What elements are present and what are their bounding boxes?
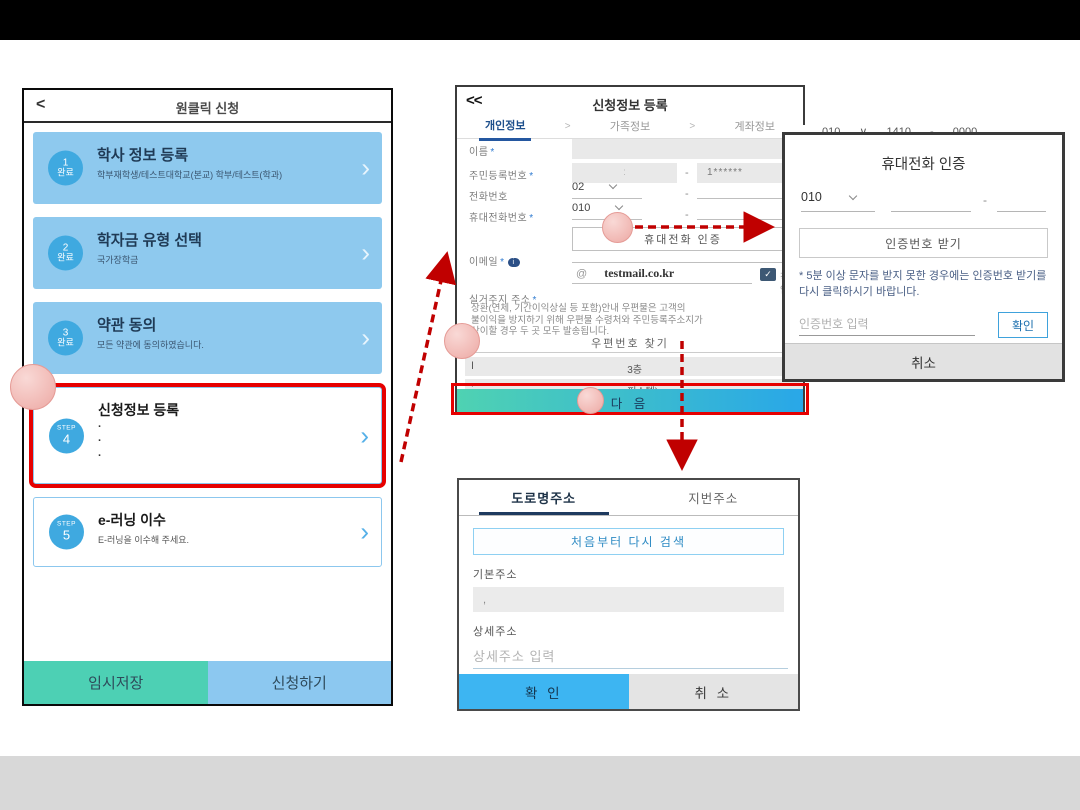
- tab-road-address[interactable]: 도로명주소: [459, 480, 629, 515]
- chevron-right-icon: ›: [361, 153, 370, 184]
- tab-family-info[interactable]: 가족정보: [604, 114, 656, 139]
- mobile-verify-popup: 010 ∨ 1410 - 0000 휴대전화 인증 010 - 인증번호 받기 …: [782, 125, 1065, 382]
- popup-phone-dash: -: [983, 193, 987, 207]
- search-again-button[interactable]: 처음부터 다시 검색: [473, 528, 784, 555]
- rrn-dash: -: [685, 167, 689, 179]
- request-code-button[interactable]: 인증번호 받기: [799, 228, 1048, 258]
- code-input[interactable]: [799, 312, 975, 336]
- oneclick-application-panel: < 원클릭 신청 1 완료 학사 정보 등록 학부재학생/테스트대학교(본교) …: [22, 88, 393, 706]
- tab-separator: >: [689, 121, 695, 132]
- rrn-back-input[interactable]: 1******: [697, 163, 794, 183]
- mobile-dash: -: [685, 209, 689, 221]
- step-4-bullets: · · ·: [98, 420, 351, 463]
- popup-phone-prefix-select[interactable]: 010: [801, 190, 875, 212]
- popup-cancel-button[interactable]: 취소: [785, 343, 1062, 379]
- find-postcode-button[interactable]: 우편번호 찾기: [469, 335, 791, 353]
- step-card-3-terms[interactable]: 3 완료 약관 동의 모든 약관에 동의하였습니다. ›: [33, 302, 382, 374]
- chevron-right-icon: ›: [360, 420, 369, 451]
- next-button[interactable]: 다 음: [457, 389, 803, 415]
- detail-address-label: 상세주소: [473, 623, 784, 639]
- step-2-title: 학자금 유형 선택: [97, 229, 352, 250]
- chevron-right-icon: ›: [360, 517, 369, 548]
- step-5-title: e-러닝 이수: [98, 510, 351, 530]
- step-3-title: 약관 동의: [97, 314, 352, 335]
- chevron-down-icon: [615, 202, 623, 210]
- temp-save-button[interactable]: 임시저장: [24, 661, 208, 704]
- tab-jibun-address[interactable]: 지번주소: [629, 480, 799, 515]
- tab-separator: >: [565, 121, 571, 132]
- popup-notice: * 5분 이상 문자를 받지 못한 경우에는 인증번호 받기를 다시 클릭하시기…: [799, 269, 1048, 300]
- top-black-bar: [0, 0, 1080, 40]
- step-1-subtitle: 학부재학생/테스트대학교(본교) 학부/테스트(학과): [97, 168, 352, 181]
- step-list: 1 완료 학사 정보 등록 학부재학생/테스트대학교(본교) 학부/테스트(학과…: [24, 123, 391, 567]
- detail-address-input[interactable]: [473, 645, 788, 669]
- email-domain-row: @ testmail.co.kr: [572, 266, 752, 284]
- chevron-right-icon: ›: [361, 238, 370, 269]
- step-3-subtitle: 모든 약관에 동의하였습니다.: [97, 338, 352, 351]
- panel-footer: 임시저장 신청하기: [24, 661, 391, 704]
- mobile-label: 휴대전화번호*: [469, 209, 534, 224]
- address-notice: 상환(연체, 기간이익상실 등 포함)안내 우편물은 고객의 불이익을 방지하기…: [471, 303, 795, 338]
- step-5-badge: STEP 5: [49, 515, 84, 550]
- at-icon: @: [576, 268, 587, 280]
- popup-confirm-button[interactable]: 확인: [998, 312, 1048, 338]
- address-search-popup: 도로명주소 지번주소 처음부터 다시 검색 기본주소 , 상세주소 확 인 취 …: [457, 478, 800, 711]
- step-3-badge: 3 완료: [48, 321, 83, 356]
- screenshot-canvas: < 원클릭 신청 1 완료 학사 정보 등록 학부재학생/테스트대학교(본교) …: [0, 0, 1080, 810]
- step-2-badge: 2 완료: [48, 236, 83, 271]
- phone-label: 전화번호: [469, 188, 508, 203]
- popup-phone-mid-input[interactable]: [891, 190, 971, 212]
- code-entry-row: 확인: [799, 312, 1048, 339]
- step-1-title: 학사 정보 등록: [97, 144, 352, 165]
- address-tabs: 도로명주소 지번주소: [459, 480, 798, 516]
- mobile-input[interactable]: [697, 202, 794, 220]
- name-input[interactable]: [572, 139, 794, 159]
- address-confirm-button[interactable]: 확 인: [459, 674, 629, 709]
- step-4-title: 신청정보 등록: [98, 400, 351, 420]
- popup-phone-last-input[interactable]: [997, 190, 1046, 212]
- phone-prefix-select[interactable]: 02: [572, 181, 642, 199]
- apply-button[interactable]: 신청하기: [208, 661, 392, 704]
- base-address-value: ,: [473, 587, 784, 612]
- info-icon: i: [508, 258, 520, 267]
- direct-input-checkbox[interactable]: ✓: [760, 268, 776, 281]
- chevron-down-icon: [609, 181, 617, 189]
- email-label: 이메일*i: [469, 253, 520, 268]
- popup-title: 휴대전화 인증: [785, 153, 1062, 174]
- chevron-down-icon: [849, 192, 857, 200]
- phone-input[interactable]: [697, 181, 794, 199]
- popup-phone-row: 010 -: [801, 190, 1046, 214]
- rrn-front-input[interactable]: :: [572, 163, 677, 183]
- email-id-input[interactable]: [572, 245, 794, 263]
- step-4-badge: STEP 4: [49, 418, 84, 453]
- step-card-4-application-info[interactable]: STEP 4 신청정보 등록 · · · ›: [33, 387, 382, 484]
- application-info-form-panel: << 신청정보 등록 개인정보 > 가족정보 > 계좌정보 이름* 주민등록번호…: [455, 85, 805, 415]
- mobile-verify-modal: 휴대전화 인증 010 - 인증번호 받기 * 5분 이상 문자를 받지 못한 …: [782, 132, 1065, 382]
- bottom-gray-bar: [0, 756, 1080, 810]
- step-5-subtitle: E-러닝을 이수해 주세요.: [98, 533, 351, 546]
- rrn-label: 주민등록번호*: [469, 167, 534, 182]
- tab-personal-info[interactable]: 개인정보: [479, 113, 531, 141]
- step-1-badge: 1 완료: [48, 151, 83, 186]
- phone-dash: -: [685, 188, 689, 200]
- step-card-1-academic-info[interactable]: 1 완료 학사 정보 등록 학부재학생/테스트대학교(본교) 학부/테스트(학과…: [33, 132, 382, 204]
- address-popup-buttons: 확 인 취 소: [459, 674, 798, 709]
- page-title: 원클릭 신청: [24, 98, 391, 117]
- address-line-1: Ⅰ 3층: [465, 357, 803, 376]
- panel-header: < 원클릭 신청: [24, 90, 391, 123]
- chevron-right-icon: ›: [361, 323, 370, 354]
- form-step-tabs: 개인정보 > 가족정보 > 계좌정보: [457, 115, 803, 139]
- tab-account-info[interactable]: 계좌정보: [728, 114, 780, 139]
- email-domain-value: testmail.co.kr: [604, 266, 674, 280]
- form-title: 신청정보 등록: [457, 95, 803, 114]
- step-card-5-elearning[interactable]: STEP 5 e-러닝 이수 E-러닝을 이수해 주세요. ›: [33, 497, 382, 567]
- step-2-subtitle: 국가장학금: [97, 253, 352, 266]
- step-card-2-aid-type[interactable]: 2 완료 학자금 유형 선택 국가장학금 ›: [33, 217, 382, 289]
- mobile-prefix-select[interactable]: 010: [572, 202, 642, 220]
- address-cancel-button[interactable]: 취 소: [629, 674, 799, 709]
- name-label: 이름*: [469, 143, 495, 158]
- base-address-label: 기본주소: [473, 566, 784, 582]
- arrow-step4-to-form: [401, 258, 446, 462]
